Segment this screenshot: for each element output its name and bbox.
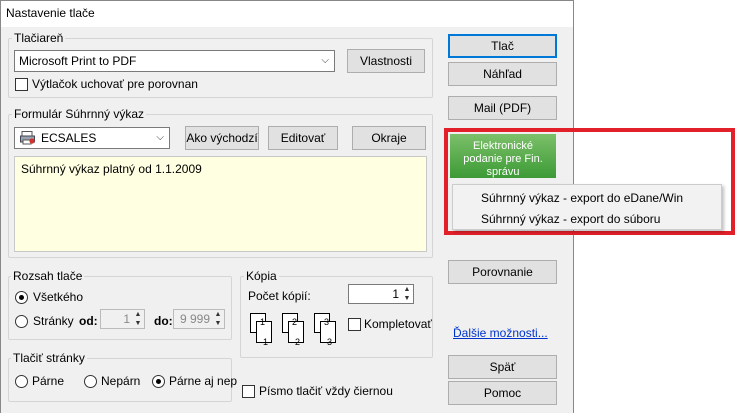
range-from-value: 1 (123, 312, 130, 326)
even-pages-radio[interactable] (15, 375, 28, 388)
compare-button[interactable]: Porovnanie (448, 260, 557, 284)
more-options-link[interactable]: Ďalšie možnosti... (453, 326, 548, 340)
chevron-down-icon: ⌵ (156, 132, 164, 143)
back-button[interactable]: Späť (448, 355, 557, 379)
printer-group-label: Tlačiareň (12, 31, 66, 45)
page-number: 3 (327, 337, 333, 347)
print-button[interactable]: Tlač (448, 34, 557, 58)
set-default-button[interactable]: Ako východzí (185, 126, 259, 150)
printer-select[interactable]: Microsoft Print to PDF ⌵ (14, 50, 335, 72)
margins-button[interactable]: Okraje (352, 126, 426, 150)
print-pages-group-label: Tlačiť stránky (11, 351, 87, 365)
range-all-label: Všetkého (33, 290, 84, 304)
printer-form-icon (20, 131, 36, 145)
collate-label: Kompletovať (364, 317, 432, 331)
menu-item-export-file[interactable]: Súhrnný výkaz - export do súboru (481, 212, 660, 226)
help-button[interactable]: Pomoc (448, 381, 557, 405)
odd-pages-label: Nepárn (101, 374, 141, 388)
range-group-label: Rozsah tlače (11, 269, 85, 283)
form-description: Súhrnný výkaz platný od 1.1.2009 (21, 162, 202, 176)
mail-pdf-button[interactable]: Mail (PDF) (448, 96, 557, 120)
edit-button[interactable]: Editovať (268, 126, 338, 150)
page-number: 2 (292, 317, 298, 327)
range-from-label: od: (79, 314, 98, 328)
form-select-value: ECSALES (41, 131, 97, 145)
chevron-down-icon: ⌵ (321, 55, 329, 66)
window-title: Nastavenie tlače (6, 6, 95, 20)
keep-copy-label: Výtlačok uchovať pre porovnan (32, 77, 198, 91)
copies-count-spinner[interactable]: 1 ▲ ▼ (348, 284, 414, 304)
range-to-spinner[interactable]: 9 999 ▲ ▼ (173, 309, 225, 329)
form-description-box: Súhrnný výkaz platný od 1.1.2009 (14, 156, 427, 252)
menu-item-export-edane[interactable]: Súhrnný výkaz - export do eDane/Win (481, 191, 683, 205)
form-select[interactable]: ECSALES ⌵ (14, 127, 170, 149)
range-from-spinner[interactable]: 1 ▲ ▼ (100, 309, 145, 329)
even-pages-label: Párne (32, 374, 65, 388)
spin-arrows-icon: ▲ ▼ (214, 311, 222, 327)
copies-count-label: Počet kópií: (248, 289, 311, 303)
black-font-label: Písmo tlačiť vždy čiernou (259, 384, 393, 398)
range-group (8, 276, 232, 340)
range-pages-label: Stránky (33, 314, 74, 328)
form-group-label: Formulár Súhrnný výkaz (12, 107, 147, 121)
odd-pages-radio[interactable] (84, 375, 97, 388)
page-number: 3 (324, 317, 330, 327)
spin-arrows-icon: ▲ ▼ (134, 311, 142, 327)
preview-button[interactable]: Náhľad (448, 62, 557, 86)
range-all-radio[interactable] (15, 291, 28, 304)
copies-count-value: 1 (392, 287, 399, 301)
page-number: 1 (260, 317, 266, 327)
page-number: 1 (263, 337, 269, 347)
range-to-label: do: (154, 314, 173, 328)
printer-select-value: Microsoft Print to PDF (19, 54, 137, 68)
page-number: 2 (295, 337, 301, 347)
electronic-filing-label: Elektronické podanie pre Fin. správu (463, 140, 543, 178)
copies-group-label: Kópia (244, 269, 279, 283)
spin-arrows-icon: ▲ ▼ (403, 286, 411, 302)
both-pages-label: Párne aj nep (169, 374, 238, 388)
range-pages-radio[interactable] (15, 315, 28, 328)
properties-button[interactable]: Vlastnosti (347, 49, 425, 73)
keep-copy-checkbox[interactable] (15, 78, 28, 91)
both-pages-radio[interactable] (152, 375, 165, 388)
export-menu: Súhrnný výkaz - export do eDane/Win Súhr… (452, 184, 722, 230)
range-to-value: 9 999 (179, 312, 210, 326)
collate-illustration: 1 1 2 2 3 3 (250, 313, 342, 353)
electronic-filing-button[interactable]: Elektronické podanie pre Fin. správu (450, 134, 556, 178)
collate-checkbox[interactable] (348, 318, 361, 331)
black-font-checkbox[interactable] (242, 385, 255, 398)
